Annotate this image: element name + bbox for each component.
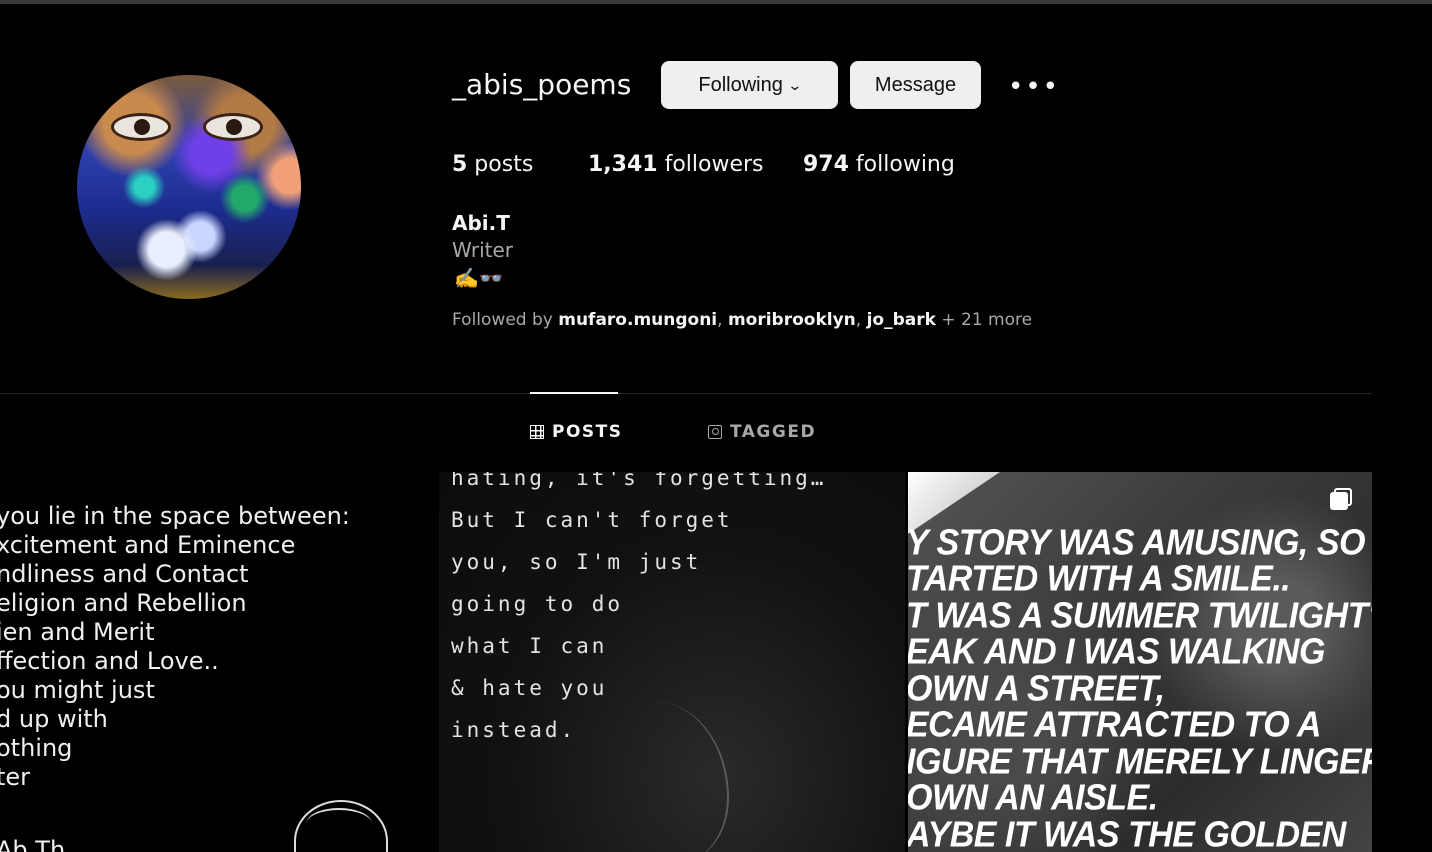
post-text-line: Y STORY WAS AMUSING, SO I [908,523,1372,563]
post-text-line: ndliness and Contact [0,560,249,588]
post-text-line: AYBE IT WAS THE GOLDEN [908,815,1346,852]
profile-bio: Writer [452,238,514,262]
post-text-line: OWN AN AISLE. [908,778,1158,818]
tag-icon [708,425,722,439]
following-count: 974 [803,152,849,177]
following-button-label: Following [698,73,783,96]
post-text-line: ffection and Love.. [0,647,219,675]
post-text-line: Ab Th [0,836,66,852]
profile-avatar[interactable] [77,75,301,299]
tabs-divider [0,393,1372,394]
post-text-line: OWN A STREET, [908,669,1165,709]
stat-posts: 5 posts [452,152,533,177]
post-text-line: eligion and Rebellion [0,589,247,617]
post-text-line: ECAME ATTRACTED TO A [908,705,1321,745]
follower-name[interactable]: mufaro.mungoni [558,310,717,330]
post-text-line: going to do [451,592,624,616]
post-text-line: xcitement and Eminence [0,531,296,559]
post-text-line: instead. [451,718,577,742]
avatar-art-eye [203,113,263,141]
following-button[interactable]: Following ⌄ [661,61,838,109]
active-tab-indicator [530,392,618,394]
post-text-line: TARTED WITH A SMILE.. [908,559,1291,599]
post-text-line: IGURE THAT MERELY LINGERE [908,742,1372,782]
separator: , [717,310,728,330]
followed-by-more: + 21 more [935,310,1033,330]
posts-label: posts [467,152,534,177]
post-text-line: you lie in the space between: [0,502,350,530]
stat-following[interactable]: 974 following [803,152,955,177]
more-options-icon[interactable]: ••• [1008,72,1060,102]
post-text-line: But I can't forget [451,508,733,532]
posts-count: 5 [452,152,468,177]
followers-count: 1,341 [588,152,658,177]
tab-posts-label: POSTS [552,422,623,442]
post-text-line: d up with [0,705,108,733]
post-sketch-illustration [294,800,388,852]
tab-tagged[interactable]: TAGGED [708,422,816,442]
followed-by[interactable]: Followed by mufaro.mungoni, moribrooklyn… [452,310,1032,330]
followers-label: followers [657,152,764,177]
post-thumbnail-3[interactable]: Y STORY WAS AMUSING, SO I TARTED WITH A … [908,472,1372,852]
post-text-line: T WAS A SUMMER TWILIGHT'S [908,596,1372,636]
post-face-silhouette [607,702,729,852]
profile-full-name: Abi.T [452,211,510,235]
post-text-line: hating, it's forgetting… [451,472,827,490]
post-text-line: what I can [451,634,608,658]
post-text-line: EAK AND I WAS WALKING [908,632,1325,672]
message-button-label: Message [874,73,957,96]
separator: , [855,310,867,330]
following-label: following [848,152,955,177]
follower-name[interactable]: moribrooklyn [728,310,856,330]
post-text-line: ter [0,763,31,791]
post-text-line: ou might just [0,676,155,704]
carousel-icon [1330,488,1352,510]
avatar-art-eye [111,113,171,141]
message-button[interactable]: Message [850,61,981,109]
post-text-line: othing [0,734,73,762]
stat-followers[interactable]: 1,341 followers [588,152,764,177]
post-thumbnail-2[interactable]: hating, it's forgetting… But I can't for… [439,472,905,852]
grid-icon [530,425,544,439]
followed-by-prefix: Followed by [452,310,559,330]
follower-name[interactable]: jo_bark [867,310,936,330]
post-text-line: ien and Merit [0,618,155,646]
tab-posts[interactable]: POSTS [530,422,623,442]
window-top-border [0,0,1432,4]
post-text-line: & hate you [451,676,608,700]
post-thumbnail-1[interactable]: you lie in the space between: xcitement … [0,472,436,852]
chevron-down-icon: ⌄ [787,76,803,93]
profile-bio-emoji: ✍️👓 [454,266,504,290]
tab-tagged-label: TAGGED [730,422,817,442]
post-text-line: you, so I'm just [451,550,702,574]
profile-username: _abis_poems [452,68,632,101]
